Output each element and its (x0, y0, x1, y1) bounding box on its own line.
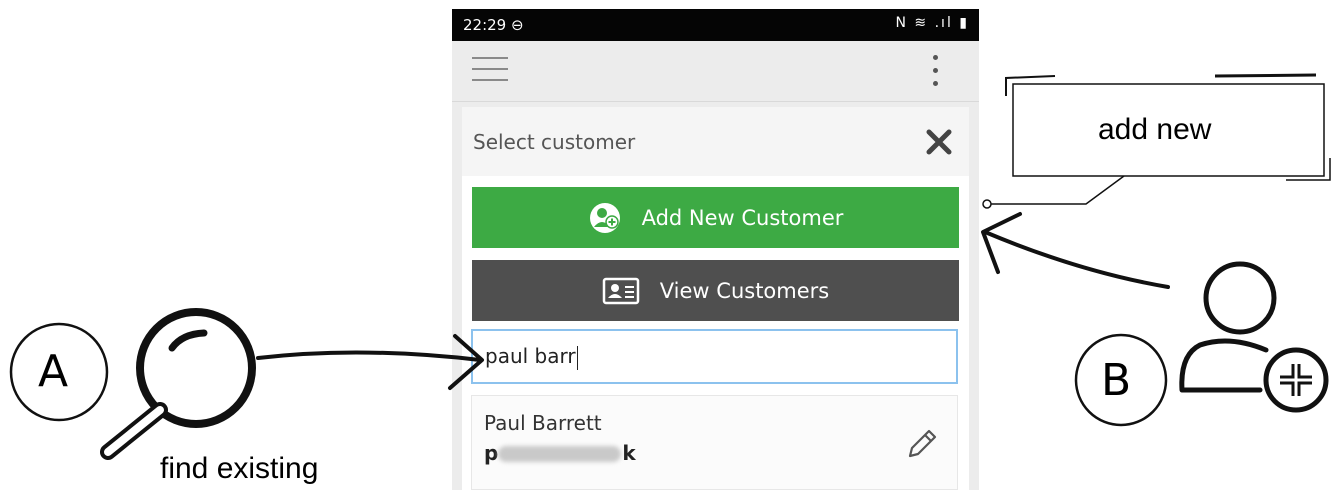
arrow-add-new (981, 212, 1170, 289)
add-new-label: add new (1098, 113, 1212, 146)
arrow-find-existing (256, 334, 484, 390)
find-existing-label: find existing (160, 452, 319, 485)
user-add-icon (1179, 261, 1329, 413)
annotation-layer (9, 73, 1331, 460)
magnifier-icon (100, 308, 256, 460)
marker-a-label: A (38, 346, 69, 397)
marker-b-label: B (1101, 355, 1132, 406)
